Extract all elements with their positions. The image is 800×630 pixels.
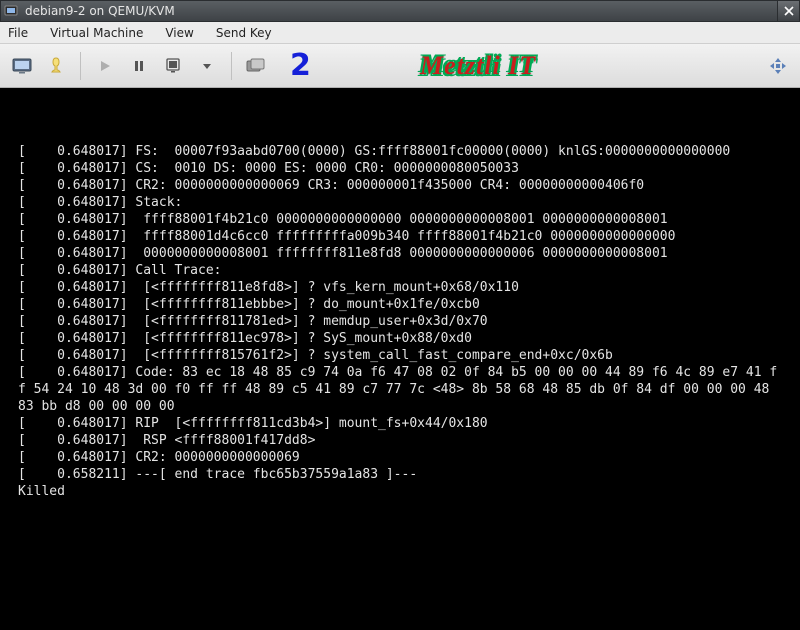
menu-send-key[interactable]: Send Key [212,24,276,42]
menu-view[interactable]: View [161,24,197,42]
console-button[interactable] [8,52,36,80]
toolbar: 2 Metztli IT [0,44,800,88]
shutdown-button[interactable] [159,52,187,80]
terminal-output: [ 0.648017] FS: 00007f93aabd0700(0000) G… [0,88,800,630]
menubar: File Virtual Machine View Send Key [0,22,800,44]
menu-virtual-machine[interactable]: Virtual Machine [46,24,147,42]
fullscreen-button[interactable] [764,52,792,80]
shutdown-menu-button[interactable] [193,52,221,80]
snapshots-button[interactable] [242,52,270,80]
app-icon [1,2,21,20]
pause-button[interactable] [125,52,153,80]
toolbar-separator [80,52,81,80]
number-overlay: 2 [290,48,311,83]
window-titlebar: debian9-2 on QEMU/KVM [0,0,800,22]
info-button[interactable] [42,52,70,80]
toolbar-separator [231,52,232,80]
window-close-button[interactable] [777,1,799,21]
menu-file[interactable]: File [4,24,32,42]
brand-logo: Metztli IT [420,51,536,81]
play-button[interactable] [91,52,119,80]
window-title: debian9-2 on QEMU/KVM [21,4,777,18]
